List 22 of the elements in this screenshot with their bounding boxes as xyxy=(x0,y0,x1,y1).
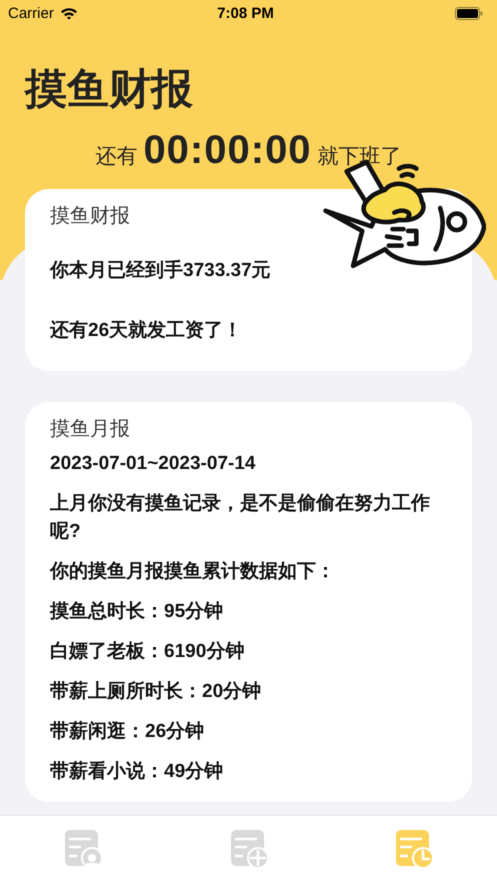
card-text: 白嫖了老板：6190分钟 xyxy=(50,640,246,664)
card-text: 上月你没有摸鱼记录，是不是偷偷在努力工作呢? xyxy=(50,492,431,544)
card-text: 你的摸鱼月报摸鱼累计数据如下： xyxy=(50,560,336,584)
card-text: 带薪看小说：49分钟 xyxy=(50,760,224,784)
document-clock-icon xyxy=(395,830,434,868)
countdown-prefix: 还有 xyxy=(95,144,138,170)
card-text: 带薪上厕所时长：20分钟 xyxy=(50,680,262,704)
wifi-icon xyxy=(60,6,78,20)
card-text: 带薪闲逛：26分钟 xyxy=(50,720,206,744)
document-plus-icon xyxy=(230,830,268,868)
countdown-timer: 00:00:00 xyxy=(143,128,312,173)
battery-icon xyxy=(455,6,484,20)
carrier-label: Carrier xyxy=(8,4,54,22)
page-title: 摸鱼财报 xyxy=(25,64,194,114)
card-text: 2023-07-01~2023-07-14 xyxy=(50,452,256,476)
status-time: 7:08 PM xyxy=(217,4,274,22)
card-text: 摸鱼总时长：95分钟 xyxy=(50,600,224,624)
card-title: 摸鱼月报 xyxy=(50,417,131,442)
document-person-icon xyxy=(64,830,102,868)
card-text: 还有26天就发工资了！ xyxy=(50,319,244,343)
card-title: 摸鱼财报 xyxy=(50,204,131,229)
card-text: 你本月已经到手3733.37元 xyxy=(50,258,272,283)
